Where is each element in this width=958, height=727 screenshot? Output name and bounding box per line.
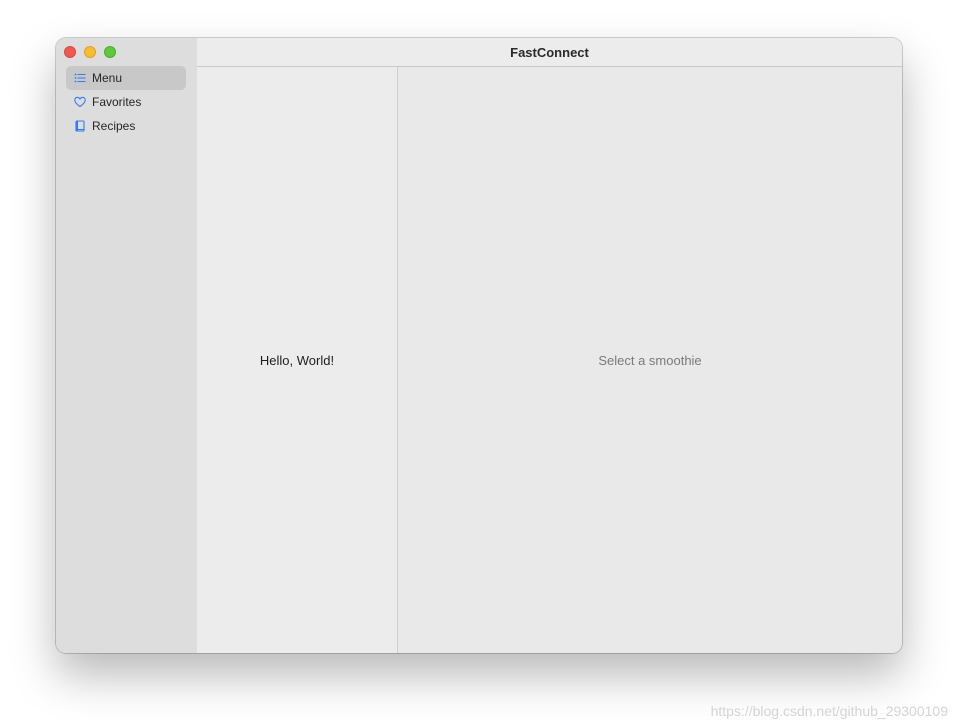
book-icon <box>74 120 86 132</box>
window-title: FastConnect <box>510 44 589 60</box>
content-pane: Hello, World! <box>197 67 398 653</box>
sidebar: Menu Favorites Recipes <box>56 38 197 653</box>
heart-icon <box>74 96 86 108</box>
watermark: https://blog.csdn.net/github_29300109 <box>710 703 948 719</box>
detail-pane: Select a smoothie <box>398 67 902 653</box>
title-bar: FastConnect <box>197 38 902 67</box>
sidebar-item-label: Recipes <box>92 119 136 133</box>
sidebar-item-favorites[interactable]: Favorites <box>66 90 186 114</box>
close-window-button[interactable] <box>64 46 76 58</box>
sidebar-item-label: Favorites <box>92 95 142 109</box>
app-window: Menu Favorites Recipes FastConnect Hello… <box>56 38 902 653</box>
zoom-window-button[interactable] <box>104 46 116 58</box>
sidebar-item-menu[interactable]: Menu <box>66 66 186 90</box>
sidebar-item-label: Menu <box>92 71 123 85</box>
detail-placeholder: Select a smoothie <box>598 352 702 368</box>
minimize-window-button[interactable] <box>84 46 96 58</box>
sidebar-item-recipes[interactable]: Recipes <box>66 114 186 138</box>
list-icon <box>74 72 86 84</box>
sidebar-list: Menu Favorites Recipes <box>66 66 186 138</box>
hello-world-text: Hello, World! <box>259 352 335 368</box>
